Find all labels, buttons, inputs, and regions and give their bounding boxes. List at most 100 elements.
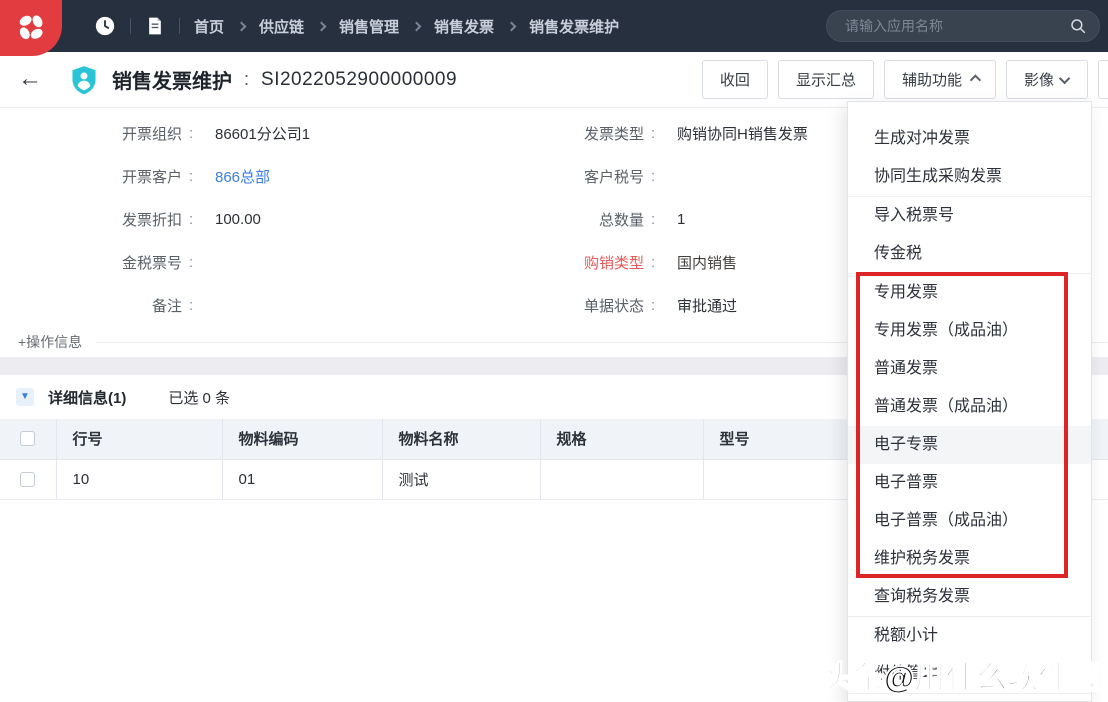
- col-material-name[interactable]: 物料名称: [382, 419, 540, 459]
- col-line-no[interactable]: 行号: [56, 419, 222, 459]
- chevron-right-icon: [237, 21, 247, 31]
- col-spec[interactable]: 规格: [540, 419, 703, 459]
- menu-item-maintain-tax-invoice[interactable]: 维护税务发票: [848, 540, 1091, 578]
- back-arrow-icon[interactable]: ←: [18, 67, 42, 91]
- menu-item-import-tax-ticket-no[interactable]: 导入税票号: [848, 197, 1091, 235]
- menu-item-electronic-special-invoice[interactable]: 电子专票: [848, 426, 1091, 464]
- auxiliary-functions-button-label: 辅助功能: [902, 69, 962, 90]
- chevron-up-icon: [970, 74, 981, 85]
- image-button[interactable]: 影像: [1006, 60, 1088, 99]
- breadcrumb: 首页 供应链 销售管理 销售发票 销售发票维护: [194, 16, 619, 37]
- topbar-divider: [130, 18, 131, 34]
- field-label: 开票客户: [0, 166, 182, 187]
- app-logo[interactable]: [0, 0, 62, 56]
- total-quantity-value: 1: [677, 211, 685, 228]
- withdraw-button[interactable]: 收回: [702, 60, 768, 99]
- page-header: ← 销售发票维护 : SI2022052900000009 收回 显示汇总 辅助…: [0, 52, 1108, 108]
- cell-spec: [540, 459, 703, 499]
- billing-org-value: 86601分公司1: [215, 123, 310, 144]
- menu-item-electronic-ordinary-invoice[interactable]: 电子普票: [848, 464, 1091, 502]
- detail-title: 详细信息(1): [48, 387, 126, 408]
- image-button-label: 影像: [1024, 69, 1054, 90]
- selected-count: 已选 0 条: [168, 387, 230, 408]
- field-label: 客户税号: [540, 166, 644, 187]
- invoice-type-value: 购销协同H销售发票: [677, 123, 808, 144]
- field-label: 开票组织: [0, 123, 182, 144]
- field-colon: :: [651, 254, 661, 271]
- field-label: 备注: [0, 295, 182, 316]
- breadcrumb-sales-management[interactable]: 销售管理: [339, 16, 399, 37]
- invoice-discount-value: 100.00: [215, 211, 261, 228]
- chevron-right-icon: [412, 21, 422, 31]
- field-colon: :: [189, 168, 199, 185]
- linked-query-button[interactable]: 联查: [1098, 60, 1108, 99]
- breadcrumb-supply-chain[interactable]: 供应链: [259, 16, 304, 37]
- form-row-billing-org: 开票组织 : 86601分公司1: [0, 112, 540, 155]
- field-label: 发票类型: [540, 123, 644, 144]
- show-summary-button[interactable]: 显示汇总: [778, 60, 874, 99]
- field-colon: :: [651, 125, 661, 142]
- field-colon: :: [189, 297, 199, 314]
- field-label: 金税票号: [0, 252, 182, 273]
- search-icon[interactable]: [1069, 17, 1087, 35]
- field-colon: :: [189, 211, 199, 228]
- menu-item-ordinary-invoice-refined-oil[interactable]: 普通发票（成品油）: [848, 388, 1091, 426]
- invoice-doc-number: SI2022052900000009: [261, 69, 457, 91]
- menu-item-tax-subtotal[interactable]: 税额小计: [848, 617, 1091, 655]
- watermark-text: 头条@用什么软件啊: [822, 652, 1100, 697]
- chevron-down-icon: [1059, 72, 1070, 83]
- field-colon: :: [651, 211, 661, 228]
- recent-apps-clock-icon[interactable]: [94, 15, 116, 37]
- cell-line-no: 10: [56, 459, 222, 499]
- form-row-billing-customer: 开票客户 : 866总部: [0, 155, 540, 198]
- document-icon[interactable]: [145, 16, 165, 36]
- doc-status-value: 审批通过: [677, 295, 737, 316]
- form-row-remark: 备注 :: [0, 284, 540, 327]
- show-summary-button-label: 显示汇总: [796, 69, 856, 90]
- billing-customer-link[interactable]: 866总部: [215, 166, 270, 187]
- field-colon: :: [189, 125, 199, 142]
- field-colon: :: [651, 297, 661, 314]
- menu-item-special-invoice-refined-oil[interactable]: 专用发票（成品油）: [848, 312, 1091, 350]
- triangle-down-icon: ▼: [20, 392, 30, 402]
- topbar-divider: [179, 18, 180, 34]
- chevron-right-icon: [507, 21, 517, 31]
- purchase-sale-type-value: 国内销售: [677, 252, 737, 273]
- auxiliary-functions-dropdown: 生成对冲发票 协同生成采购发票 导入税票号 传金税 专用发票 专用发票（成品油）…: [847, 101, 1092, 702]
- title-separator: :: [244, 69, 249, 90]
- col-material-code[interactable]: 物料编码: [222, 419, 382, 459]
- field-label: 发票折扣: [0, 209, 182, 230]
- menu-item-ordinary-invoice[interactable]: 普通发票: [848, 350, 1091, 388]
- chevron-right-icon: [317, 21, 327, 31]
- collapse-toggle[interactable]: ▼: [16, 388, 34, 406]
- select-all-checkbox[interactable]: [20, 431, 35, 446]
- app-search-input[interactable]: [845, 18, 1069, 34]
- menu-item-generate-offset-invoice[interactable]: 生成对冲发票: [848, 120, 1091, 158]
- field-colon: :: [189, 254, 199, 271]
- operation-info-expander[interactable]: +操作信息: [18, 332, 82, 352]
- top-navigation-bar: 首页 供应链 销售管理 销售发票 销售发票维护: [0, 0, 1108, 52]
- page-title: 销售发票维护: [112, 65, 232, 94]
- form-row-invoice-discount: 发票折扣 : 100.00: [0, 198, 540, 241]
- field-label-required: 购销类型: [540, 252, 644, 273]
- menu-item-query-tax-invoice[interactable]: 查询税务发票: [848, 578, 1091, 616]
- field-label: 总数量: [540, 209, 644, 230]
- breadcrumb-sales-invoice-maintenance[interactable]: 销售发票维护: [529, 16, 619, 37]
- cell-material-code-link[interactable]: 01: [222, 459, 382, 499]
- menu-item-special-invoice[interactable]: 专用发票: [848, 274, 1091, 312]
- app-search-box[interactable]: [826, 10, 1100, 42]
- menu-item-collab-generate-purchase-invoice[interactable]: 协同生成采购发票: [848, 158, 1091, 196]
- cell-material-name: 测试: [382, 459, 540, 499]
- breadcrumb-home[interactable]: 首页: [194, 16, 224, 37]
- menu-item-electronic-ordinary-invoice-refined-oil[interactable]: 电子普票（成品油）: [848, 502, 1091, 540]
- menu-item-send-golden-tax[interactable]: 传金税: [848, 235, 1091, 273]
- withdraw-button-label: 收回: [720, 69, 750, 90]
- breadcrumb-sales-invoice[interactable]: 销售发票: [434, 16, 494, 37]
- header-toolbar: 收回 显示汇总 辅助功能 影像 联查: [702, 60, 1108, 99]
- invoice-shield-icon: [70, 65, 98, 95]
- row-checkbox[interactable]: [20, 472, 35, 487]
- clover-logo-icon: [14, 10, 48, 49]
- form-row-golden-tax-no: 金税票号 :: [0, 241, 540, 284]
- field-colon: :: [651, 168, 661, 185]
- auxiliary-functions-button[interactable]: 辅助功能: [884, 60, 996, 99]
